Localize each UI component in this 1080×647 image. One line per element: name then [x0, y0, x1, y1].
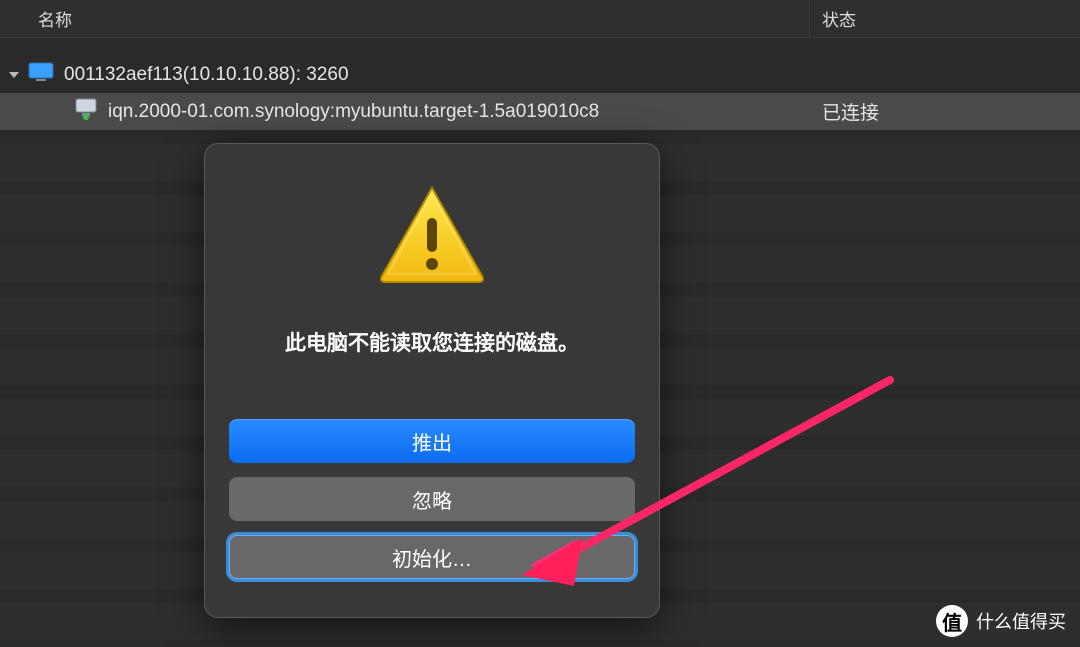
status-badge: 已连接	[810, 98, 1080, 125]
ignore-button[interactable]: 忽略	[229, 477, 635, 521]
target-icon	[74, 98, 108, 126]
table-row[interactable]: iqn.2000-01.com.synology:myubuntu.target…	[0, 93, 1080, 130]
watermark: 值 什么值得买	[936, 605, 1066, 637]
watermark-text: 什么值得买	[976, 608, 1066, 634]
device-host-label: 001132aef113(10.10.10.88): 3260	[64, 64, 349, 86]
initialize-button[interactable]: 初始化…	[229, 535, 635, 579]
table-row[interactable]: 001132aef113(10.10.10.88): 3260	[0, 56, 1080, 93]
monitor-icon	[28, 62, 64, 88]
chevron-down-icon[interactable]	[0, 69, 28, 81]
watermark-badge: 值	[936, 605, 968, 637]
dialog-message: 此电脑不能读取您连接的磁盘。	[285, 327, 579, 357]
disk-unreadable-dialog: 此电脑不能读取您连接的磁盘。 推出 忽略 初始化…	[204, 143, 660, 618]
column-header-name[interactable]: 名称	[0, 0, 810, 37]
warning-icon	[377, 174, 487, 289]
eject-button[interactable]: 推出	[229, 419, 635, 463]
table-header: 名称 状态	[0, 0, 1080, 38]
column-header-status[interactable]: 状态	[810, 0, 1080, 37]
target-iqn-label: iqn.2000-01.com.synology:myubuntu.target…	[108, 101, 599, 123]
